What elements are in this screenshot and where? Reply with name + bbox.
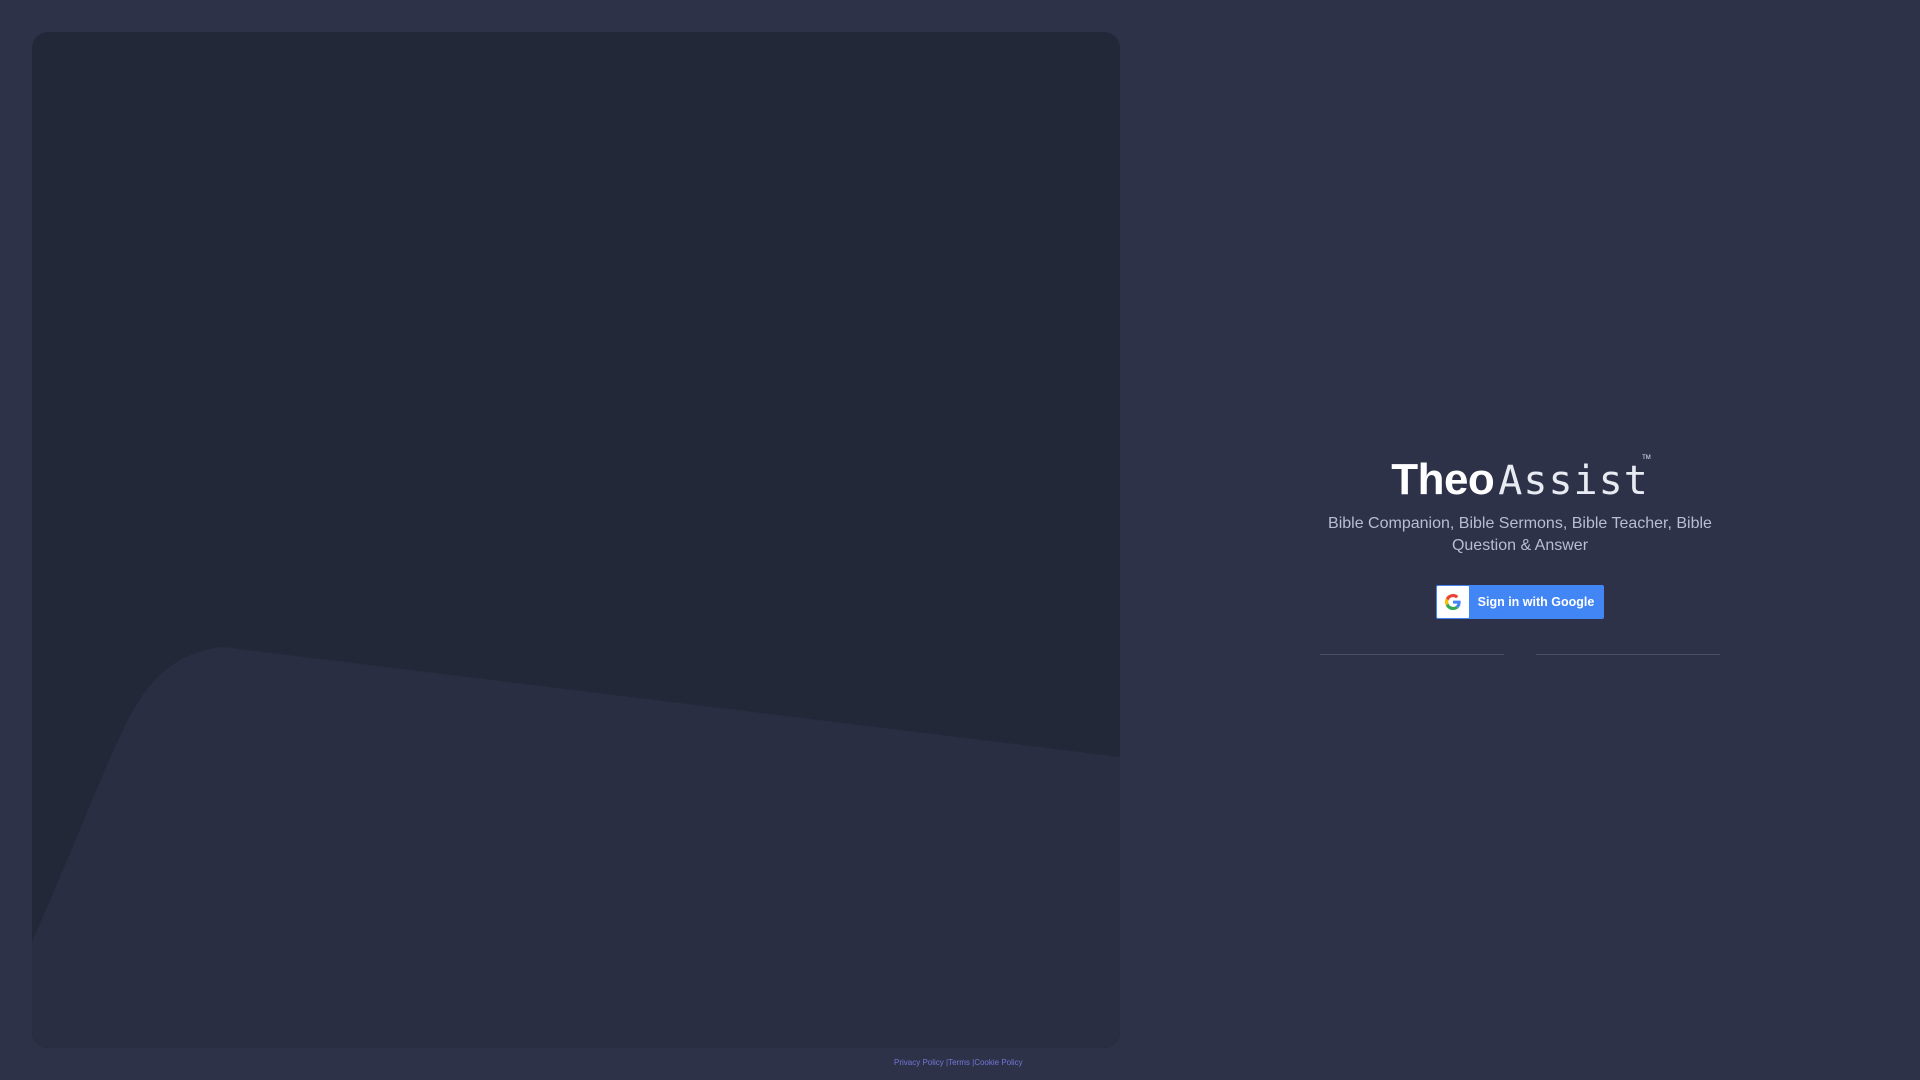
google-sign-in-button[interactable]: Sign in with Google: [1435, 585, 1605, 619]
privacy-policy-link[interactable]: Privacy Policy: [894, 1058, 944, 1067]
auth-panel: Theo Assist TM Bible Companion, Bible Se…: [1310, 455, 1730, 655]
divider-left: [1320, 654, 1504, 655]
divider-right: [1536, 654, 1720, 655]
hero-panel: [32, 32, 1120, 1048]
trademark-mark: TM: [1642, 455, 1651, 461]
terms-link[interactable]: Terms: [948, 1058, 970, 1067]
brand-logo: Theo Assist TM: [1391, 455, 1651, 507]
google-sign-in-label: Sign in with Google: [1477, 595, 1595, 609]
login-page: Theo Assist TM Bible Companion, Bible Se…: [0, 0, 1920, 1080]
divider-row: [1320, 654, 1720, 655]
brand-name-bold: Theo: [1391, 455, 1495, 504]
google-g-icon: [1444, 594, 1461, 610]
tagline: Bible Companion, Bible Sermons, Bible Te…: [1328, 515, 1712, 554]
footer-links: Privacy Policy |Terms |Cookie Policy: [894, 1058, 1023, 1067]
hero-wave-graphic: [32, 647, 1120, 1048]
brand-name-light: Assist: [1498, 458, 1649, 504]
google-icon-container: [1436, 586, 1469, 618]
cookie-policy-link[interactable]: Cookie Policy: [974, 1058, 1022, 1067]
